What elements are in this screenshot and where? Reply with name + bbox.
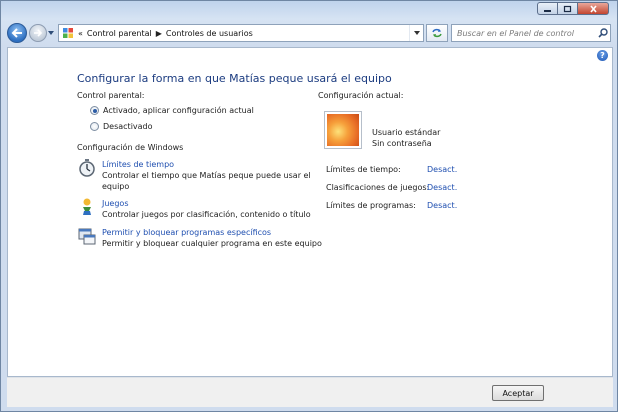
accept-button[interactable]: Aceptar xyxy=(492,385,544,401)
breadcrumb-chevron-icon[interactable]: ▶ xyxy=(156,29,162,38)
recent-pages-button[interactable] xyxy=(47,24,55,42)
radio-desactivado[interactable]: Desactivado xyxy=(90,122,153,131)
parental-control-label: Control parental: xyxy=(77,91,145,100)
help-icon[interactable]: ? xyxy=(597,50,608,61)
search-placeholder: Buscar en el Panel de control xyxy=(457,28,575,38)
control-panel-icon xyxy=(63,28,73,38)
main-content: ? Configurar la forma en que Matías pequ… xyxy=(7,47,613,377)
caption-buttons xyxy=(537,2,609,15)
status-label-program-limits: Límites de programas: xyxy=(326,201,416,210)
radio-button-selected[interactable] xyxy=(90,106,99,115)
forward-button[interactable] xyxy=(29,24,47,42)
search-icon[interactable] xyxy=(596,26,610,40)
radio-activado[interactable]: Activado, aplicar configuración actual xyxy=(90,106,254,115)
back-arrow-icon xyxy=(11,28,22,38)
current-settings-label: Configuración actual: xyxy=(318,91,404,100)
list-item-time-limits: Límites de tiempo Controlar el tiempo qu… xyxy=(78,159,311,192)
status-value-program-limits[interactable]: Desact. xyxy=(427,201,457,210)
footer-bar: Aceptar xyxy=(7,377,613,407)
games-icon xyxy=(83,198,91,215)
breadcrumb-item-control-parental[interactable]: Control parental xyxy=(87,29,152,38)
chevron-down-icon xyxy=(413,31,420,35)
user-password-status: Sin contraseña xyxy=(372,139,432,148)
windows-settings-label: Configuración de Windows xyxy=(77,143,184,152)
radio-button[interactable] xyxy=(90,122,99,131)
close-icon xyxy=(589,4,597,13)
status-value-time-limits[interactable]: Desact. xyxy=(427,165,457,174)
search-input[interactable]: Buscar en el Panel de control xyxy=(451,24,611,42)
time-limits-desc-line2: equipo xyxy=(102,182,130,191)
avatar xyxy=(324,111,362,149)
address-bar[interactable]: « Control parental ▶ Controles de usuari… xyxy=(58,24,424,42)
page-title: Configurar la forma en que Matías peque … xyxy=(77,72,392,85)
list-item-games: Juegos Controlar juegos por clasificació… xyxy=(78,198,311,220)
control-panel-window: « Control parental ▶ Controles de usuari… xyxy=(0,0,618,412)
games-link[interactable]: Juegos xyxy=(102,198,311,209)
radio-desactivado-label[interactable]: Desactivado xyxy=(103,122,153,131)
refresh-icon xyxy=(432,28,442,38)
chevron-down-icon xyxy=(48,31,54,35)
status-value-game-ratings[interactable]: Desact. xyxy=(427,183,457,192)
minimize-button[interactable] xyxy=(537,2,557,15)
games-desc: Controlar juegos por clasificación, cont… xyxy=(102,210,311,219)
user-type: Usuario estándar xyxy=(372,128,441,137)
back-button[interactable] xyxy=(7,23,27,43)
programs-icon xyxy=(78,228,96,245)
navigation-bar: « Control parental ▶ Controles de usuari… xyxy=(7,22,611,44)
breadcrumb-item-controles-usuarios[interactable]: Controles de usuarios xyxy=(166,29,253,38)
address-dropdown-button[interactable] xyxy=(409,25,423,41)
restore-icon xyxy=(563,5,572,12)
programs-desc: Permitir y bloquear cualquier programa e… xyxy=(102,239,322,248)
radio-activado-label[interactable]: Activado, aplicar configuración actual xyxy=(103,106,254,115)
user-info: Usuario estándar Sin contraseña xyxy=(372,127,440,149)
status-label-game-ratings: Clasificaciones de juegos: xyxy=(326,183,430,192)
minimize-icon xyxy=(544,9,551,12)
breadcrumb-overflow[interactable]: « xyxy=(78,29,83,38)
close-button[interactable] xyxy=(577,2,609,15)
time-limits-desc-line1: Controlar el tiempo que Matías peque pue… xyxy=(102,171,311,180)
programs-link[interactable]: Permitir y bloquear programas específico… xyxy=(102,227,322,238)
stopwatch-icon xyxy=(79,159,95,177)
status-label-time-limits: Límites de tiempo: xyxy=(326,165,401,174)
list-item-programs: Permitir y bloquear programas específico… xyxy=(78,227,322,249)
refresh-button[interactable] xyxy=(426,24,448,42)
forward-arrow-icon xyxy=(34,29,43,37)
time-limits-link[interactable]: Límites de tiempo xyxy=(102,159,311,170)
user-picture xyxy=(327,114,359,146)
maximize-button[interactable] xyxy=(557,2,577,15)
